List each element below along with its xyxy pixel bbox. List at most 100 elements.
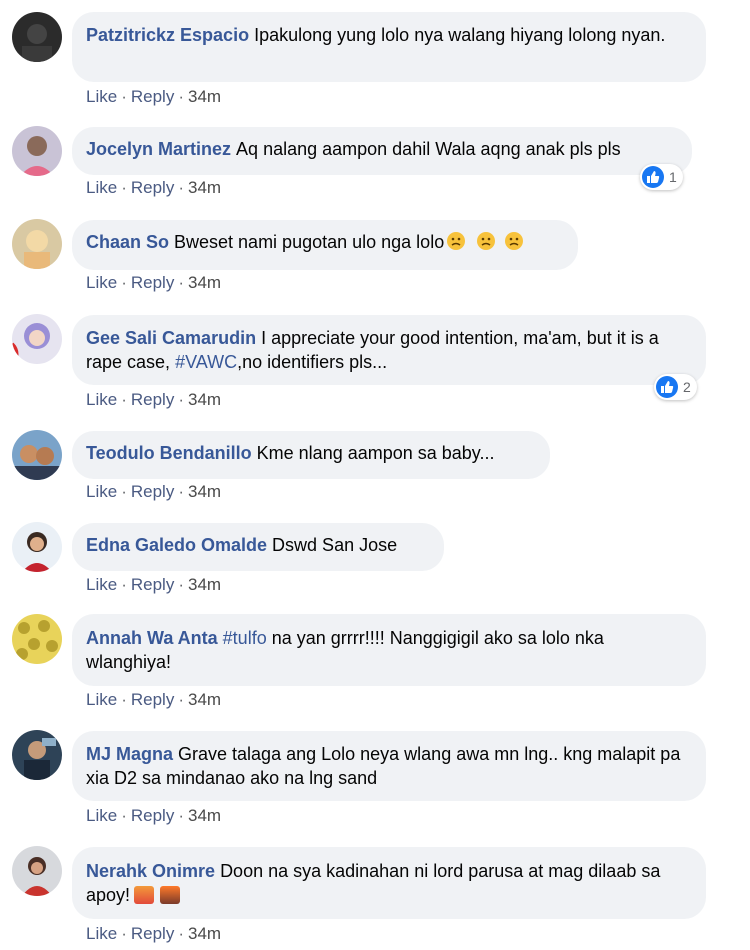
like-button[interactable]: Like: [86, 575, 117, 594]
angry-face-emoji-icon: [476, 231, 496, 251]
angry-face-emoji-icon: [446, 231, 466, 251]
avatar[interactable]: [12, 522, 62, 572]
timestamp[interactable]: 34m: [188, 924, 221, 943]
reaction-count-text: 2: [683, 379, 691, 395]
reply-button[interactable]: Reply: [131, 273, 174, 292]
like-button[interactable]: Like: [86, 390, 117, 409]
avatar[interactable]: [12, 846, 62, 896]
timestamp[interactable]: 34m: [188, 273, 221, 292]
comment-actions: Like · Reply · 34m: [86, 924, 221, 944]
comment-author[interactable]: Chaan So: [86, 232, 169, 252]
separator: ·: [121, 273, 127, 292]
comment-actions: Like · Reply · 34m: [86, 390, 221, 410]
like-button[interactable]: Like: [86, 273, 117, 292]
avatar[interactable]: [12, 614, 62, 664]
comment-actions: Like · Reply · 34m: [86, 178, 221, 198]
separator: ·: [178, 87, 184, 106]
like-reaction-icon: [656, 376, 678, 398]
comment-text: Bweset nami pugotan ulo nga lolo: [174, 232, 445, 252]
timestamp[interactable]: 34m: [188, 806, 221, 825]
comment-bubble: Patzitrickz Espacio Ipakulong yung lolo n…: [72, 12, 706, 82]
separator: ·: [178, 390, 184, 409]
comment-author[interactable]: Annah Wa Anta: [86, 628, 218, 648]
reply-button[interactable]: Reply: [131, 482, 174, 501]
comment-bubble: MJ Magna Grave talaga ang Lolo neya wlang…: [72, 731, 706, 801]
comment-bubble: Annah Wa Anta #tulfo na yan grrrr!!!! Nan…: [72, 614, 706, 686]
avatar[interactable]: [12, 430, 62, 480]
comment-author[interactable]: MJ Magna: [86, 744, 173, 764]
separator: ·: [178, 924, 184, 943]
reply-button[interactable]: Reply: [131, 924, 174, 943]
separator: ·: [178, 575, 184, 594]
avatar[interactable]: [12, 314, 62, 364]
comment-actions: Like · Reply · 34m: [86, 87, 221, 107]
comment-text: Kme nlang aampon sa baby...: [256, 443, 495, 463]
reaction-count[interactable]: 2: [654, 374, 697, 400]
avatar[interactable]: [12, 126, 62, 176]
reply-button[interactable]: Reply: [131, 87, 174, 106]
timestamp[interactable]: 34m: [188, 178, 221, 197]
avatar[interactable]: [12, 12, 62, 62]
reaction-count[interactable]: 1: [640, 164, 683, 190]
separator: ·: [178, 806, 184, 825]
timestamp[interactable]: 34m: [188, 575, 221, 594]
volcano-emoji-icon: [160, 886, 181, 904]
comment-text: Grave talaga ang Lolo neya wlang awa mn …: [86, 744, 681, 788]
reply-button[interactable]: Reply: [131, 178, 174, 197]
separator: ·: [121, 575, 127, 594]
timestamp[interactable]: 34m: [188, 690, 221, 709]
comment-bubble: Teodulo Bendanillo Kme nlang aampon sa ba…: [72, 431, 550, 479]
hashtag-link[interactable]: #tulfo: [223, 628, 267, 648]
avatar[interactable]: [12, 730, 62, 780]
timestamp[interactable]: 34m: [188, 482, 221, 501]
comment-bubble: Gee Sali Camarudin I appreciate your good…: [72, 315, 706, 385]
like-button[interactable]: Like: [86, 690, 117, 709]
like-reaction-icon: [642, 166, 664, 188]
like-button[interactable]: Like: [86, 924, 117, 943]
reply-button[interactable]: Reply: [131, 806, 174, 825]
comment-author[interactable]: Edna Galedo Omalde: [86, 535, 267, 555]
comment-text: Dswd San Jose: [272, 535, 398, 555]
separator: ·: [121, 806, 127, 825]
comment-text: Ipakulong yung lolo nya walang hiyang lo…: [254, 25, 666, 45]
like-button[interactable]: Like: [86, 178, 117, 197]
comment-author[interactable]: Jocelyn Martinez: [86, 139, 231, 159]
comment-author[interactable]: Teodulo Bendanillo: [86, 443, 252, 463]
like-button[interactable]: Like: [86, 87, 117, 106]
separator: ·: [121, 178, 127, 197]
avatar[interactable]: [12, 219, 62, 269]
separator: ·: [121, 924, 127, 943]
comment-actions: Like · Reply · 34m: [86, 690, 221, 710]
comment-bubble: Chaan So Bweset nami pugotan ulo nga lolo: [72, 220, 578, 270]
comment-bubble: Jocelyn Martinez Aq nalang aampon dahil W…: [72, 127, 692, 175]
angry-face-emoji-icon: [504, 231, 524, 251]
separator: ·: [178, 482, 184, 501]
reply-button[interactable]: Reply: [131, 390, 174, 409]
comment-actions: Like · Reply · 34m: [86, 806, 221, 826]
sunset-emoji-icon: [134, 886, 155, 904]
separator: ·: [178, 178, 184, 197]
separator: ·: [121, 690, 127, 709]
hashtag-link[interactable]: #VAWC: [175, 352, 237, 372]
comment-author[interactable]: Gee Sali Camarudin: [86, 328, 256, 348]
timestamp[interactable]: 34m: [188, 390, 221, 409]
separator: ·: [121, 482, 127, 501]
like-button[interactable]: Like: [86, 482, 117, 501]
comment-bubble: Nerahk Onimre Doon na sya kadinahan ni lo…: [72, 847, 706, 919]
comment-actions: Like · Reply · 34m: [86, 273, 221, 293]
reaction-count-text: 1: [669, 169, 677, 185]
separator: ·: [178, 690, 184, 709]
reply-button[interactable]: Reply: [131, 575, 174, 594]
comment-author[interactable]: Patzitrickz Espacio: [86, 25, 249, 45]
reply-button[interactable]: Reply: [131, 690, 174, 709]
timestamp[interactable]: 34m: [188, 87, 221, 106]
comment-bubble: Edna Galedo Omalde Dswd San Jose: [72, 523, 444, 571]
comment-actions: Like · Reply · 34m: [86, 575, 221, 595]
comment-text: ,no identifiers pls...: [237, 352, 388, 372]
separator: ·: [121, 87, 127, 106]
separator: ·: [178, 273, 184, 292]
comment-actions: Like · Reply · 34m: [86, 482, 221, 502]
like-button[interactable]: Like: [86, 806, 117, 825]
comment-author[interactable]: Nerahk Onimre: [86, 861, 215, 881]
separator: ·: [121, 390, 127, 409]
